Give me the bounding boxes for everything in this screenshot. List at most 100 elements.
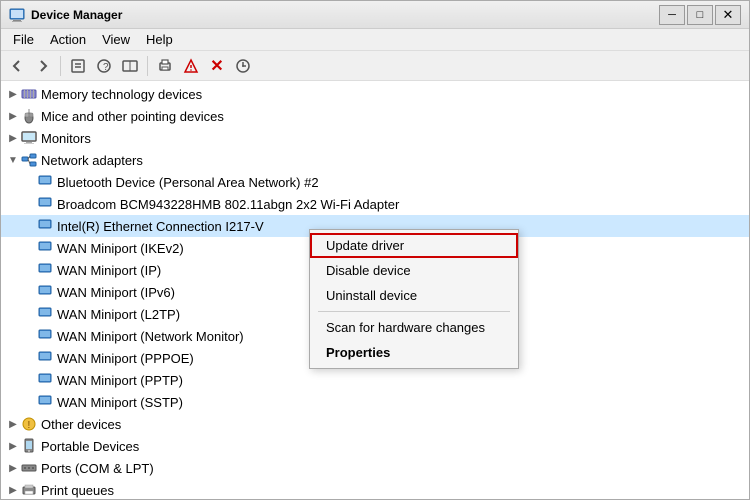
wan-l2tp-icon	[37, 306, 53, 322]
context-menu: Update driver Disable device Uninstall d…	[309, 229, 519, 369]
toolbar: ? ✕	[1, 51, 749, 81]
wan-pppoe-label: WAN Miniport (PPPOE)	[57, 351, 194, 366]
expand-network[interactable]: ▼	[5, 152, 21, 168]
ctx-separator	[318, 311, 510, 312]
properties-button[interactable]	[66, 54, 90, 78]
tree-item-wan-sstp[interactable]: WAN Miniport (SSTP)	[1, 391, 749, 413]
wan-l2tp-label: WAN Miniport (L2TP)	[57, 307, 180, 322]
expand-other[interactable]: ▶	[5, 416, 21, 432]
expand-print[interactable]: ▶	[5, 482, 21, 498]
tree-item-network[interactable]: ▼ Network adapters	[1, 149, 749, 171]
print-icon	[21, 482, 37, 498]
scan-button[interactable]	[118, 54, 142, 78]
tree-item-broadcom[interactable]: Broadcom BCM943228HMB 802.11abgn 2x2 Wi-…	[1, 193, 749, 215]
intel-ethernet-label: Intel(R) Ethernet Connection I217-V	[57, 219, 264, 234]
ctx-update-driver[interactable]: Update driver	[310, 233, 518, 258]
ctx-scan-hardware[interactable]: Scan for hardware changes	[310, 315, 518, 340]
menu-bar: File Action View Help	[1, 29, 749, 51]
intel-icon	[37, 218, 53, 234]
uninstall-button[interactable]: ✕	[205, 54, 229, 78]
expand-mice[interactable]: ▶	[5, 108, 21, 124]
wan-ikev2-label: WAN Miniport (IKEv2)	[57, 241, 184, 256]
close-button[interactable]: ✕	[715, 5, 741, 25]
expand-wan-ikev2	[21, 240, 37, 256]
toolbar-separator-2	[147, 56, 148, 76]
wan-ipv6-label: WAN Miniport (IPv6)	[57, 285, 175, 300]
network-label: Network adapters	[41, 153, 143, 168]
tree-item-other[interactable]: ▶ ! Other devices	[1, 413, 749, 435]
expand-wan-l2tp	[21, 306, 37, 322]
tree-item-monitors[interactable]: ▶ Monitors	[1, 127, 749, 149]
monitors-icon	[21, 130, 37, 146]
expand-wan-pptp	[21, 372, 37, 388]
expand-portable[interactable]: ▶	[5, 438, 21, 454]
tree-item-wan-pptp[interactable]: WAN Miniport (PPTP)	[1, 369, 749, 391]
wan-ip-icon	[37, 262, 53, 278]
content-area: ▶ Memory technology devices ▶ Mice and o…	[1, 81, 749, 499]
ctx-uninstall-device[interactable]: Uninstall device	[310, 283, 518, 308]
mice-label: Mice and other pointing devices	[41, 109, 224, 124]
forward-button[interactable]	[31, 54, 55, 78]
tree-item-ports[interactable]: ▶ Ports (COM & LPT)	[1, 457, 749, 479]
maximize-button[interactable]: □	[687, 5, 713, 25]
tree-item-mice[interactable]: ▶ Mice and other pointing devices	[1, 105, 749, 127]
print-label: Print queues	[41, 483, 114, 498]
menu-view[interactable]: View	[94, 30, 138, 49]
wan-sstp-icon	[37, 394, 53, 410]
bluetooth-icon	[37, 174, 53, 190]
device-manager-window: Device Manager ─ □ ✕ File Action View He…	[0, 0, 750, 500]
bluetooth-label: Bluetooth Device (Personal Area Network)…	[57, 175, 319, 190]
wan-sstp-label: WAN Miniport (SSTP)	[57, 395, 183, 410]
menu-help[interactable]: Help	[138, 30, 181, 49]
wan-pptp-label: WAN Miniport (PPTP)	[57, 373, 183, 388]
svg-text:?: ?	[103, 62, 109, 73]
svg-text:!: !	[28, 420, 31, 431]
tree-item-bluetooth[interactable]: Bluetooth Device (Personal Area Network)…	[1, 171, 749, 193]
app-icon	[9, 7, 25, 23]
wan-ip-label: WAN Miniport (IP)	[57, 263, 161, 278]
expand-memory[interactable]: ▶	[5, 86, 21, 102]
wan-netmon-label: WAN Miniport (Network Monitor)	[57, 329, 244, 344]
expand-wan-ipv6	[21, 284, 37, 300]
tree-item-portable[interactable]: ▶ Portable Devices	[1, 435, 749, 457]
window-title: Device Manager	[31, 8, 653, 22]
wan-ikev2-icon	[37, 240, 53, 256]
portable-label: Portable Devices	[41, 439, 139, 454]
rollback-button[interactable]	[231, 54, 255, 78]
tree-item-print[interactable]: ▶ Print queues	[1, 479, 749, 499]
expand-intel	[21, 218, 37, 234]
disable-button[interactable]	[179, 54, 203, 78]
wan-ipv6-icon	[37, 284, 53, 300]
ports-icon	[21, 460, 37, 476]
wan-pptp-icon	[37, 372, 53, 388]
wan-pppoe-icon	[37, 350, 53, 366]
minimize-button[interactable]: ─	[659, 5, 685, 25]
portable-icon	[21, 438, 37, 454]
network-icon	[21, 152, 37, 168]
window-controls: ─ □ ✕	[659, 5, 741, 25]
expand-wan-sstp	[21, 394, 37, 410]
tree-item-memory[interactable]: ▶ Memory technology devices	[1, 83, 749, 105]
memory-label: Memory technology devices	[41, 87, 202, 102]
menu-file[interactable]: File	[5, 30, 42, 49]
update-driver-button[interactable]: ?	[92, 54, 116, 78]
ctx-properties[interactable]: Properties	[310, 340, 518, 365]
expand-bluetooth	[21, 174, 37, 190]
menu-action[interactable]: Action	[42, 30, 94, 49]
mice-icon	[21, 108, 37, 124]
expand-broadcom	[21, 196, 37, 212]
print-button[interactable]	[153, 54, 177, 78]
toolbar-separator-1	[60, 56, 61, 76]
other-icon: !	[21, 416, 37, 432]
expand-ports[interactable]: ▶	[5, 460, 21, 476]
memory-icon	[21, 86, 37, 102]
ports-label: Ports (COM & LPT)	[41, 461, 154, 476]
title-bar: Device Manager ─ □ ✕	[1, 1, 749, 29]
expand-wan-ip	[21, 262, 37, 278]
ctx-disable-device[interactable]: Disable device	[310, 258, 518, 283]
broadcom-icon	[37, 196, 53, 212]
broadcom-label: Broadcom BCM943228HMB 802.11abgn 2x2 Wi-…	[57, 197, 399, 212]
expand-monitors[interactable]: ▶	[5, 130, 21, 146]
back-button[interactable]	[5, 54, 29, 78]
monitors-label: Monitors	[41, 131, 91, 146]
